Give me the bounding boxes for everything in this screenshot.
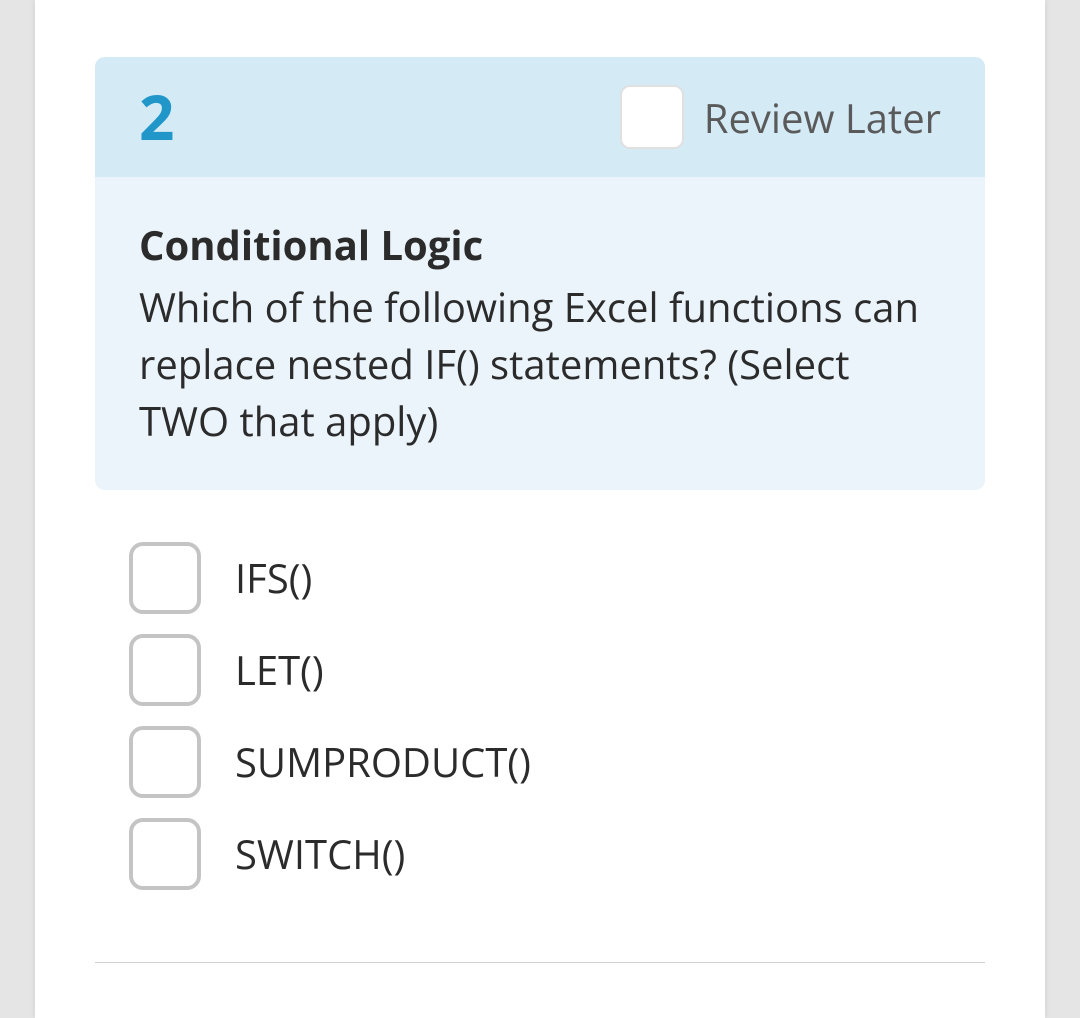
- option-label: IFS(): [235, 550, 312, 605]
- option-row: IFS(): [129, 542, 951, 614]
- option-checkbox-2[interactable]: [129, 726, 201, 798]
- option-row: SUMPRODUCT(): [129, 726, 951, 798]
- option-checkbox-3[interactable]: [129, 818, 201, 890]
- options-container: IFS() LET() SUMPRODUCT() SWITCH(): [95, 490, 985, 890]
- review-later-container: Review Later: [620, 85, 941, 149]
- question-number: 2: [139, 86, 174, 148]
- review-later-label: Review Later: [704, 90, 941, 145]
- option-checkbox-1[interactable]: [129, 634, 201, 706]
- option-row: LET(): [129, 634, 951, 706]
- option-label: LET(): [235, 642, 324, 697]
- question-body: Conditional Logic Which of the following…: [95, 177, 985, 490]
- option-label: SUMPRODUCT(): [235, 734, 531, 789]
- option-checkbox-0[interactable]: [129, 542, 201, 614]
- question-title: Conditional Logic: [139, 217, 941, 272]
- question-header: 2 Review Later: [95, 57, 985, 177]
- option-row: SWITCH(): [129, 818, 951, 890]
- divider: [95, 962, 985, 963]
- question-card: 2 Review Later Conditional Logic Which o…: [95, 57, 985, 490]
- question-text: Which of the following Excel functions c…: [139, 278, 941, 450]
- option-label: SWITCH(): [235, 826, 405, 881]
- review-later-checkbox[interactable]: [620, 85, 684, 149]
- page-container: 2 Review Later Conditional Logic Which o…: [35, 0, 1045, 1018]
